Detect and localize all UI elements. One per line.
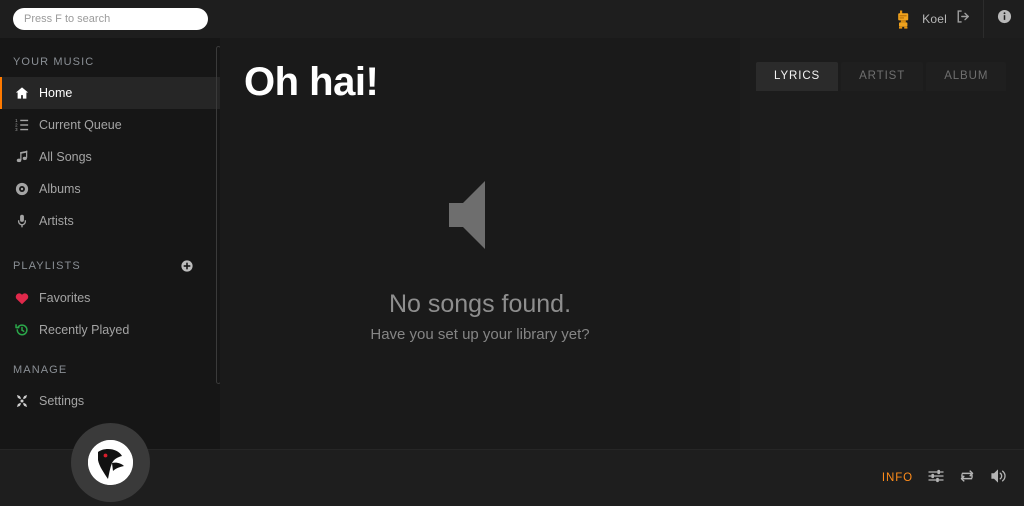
sidebar-heading-label: MANAGE <box>13 364 68 376</box>
sidebar-item-label: Home <box>39 86 73 100</box>
empty-state-title: No songs found. <box>388 289 572 318</box>
sidebar-item-all-songs[interactable]: All Songs <box>0 141 220 173</box>
profile-area[interactable]: Koel <box>896 0 983 38</box>
top-bar: Koel <box>0 0 1024 38</box>
footer-controls: INFO <box>882 468 1024 489</box>
compact-disc-icon <box>13 182 30 196</box>
sidebar-item-label: Favorites <box>39 291 91 305</box>
search-input[interactable] <box>13 8 208 30</box>
equalizer-sliders-icon[interactable] <box>928 468 944 489</box>
info-panel-toggle[interactable]: INFO <box>882 472 913 484</box>
koel-logo-icon <box>88 440 133 485</box>
search-container <box>0 8 208 30</box>
music-note-icon <box>13 150 30 164</box>
sidebar-scrollbar[interactable] <box>216 46 220 384</box>
sidebar-item-artists[interactable]: Artists <box>0 205 220 237</box>
sidebar-item-albums[interactable]: Albums <box>0 173 220 205</box>
main-row: YOUR MUSIC Home 1 2 3 Current Queue All … <box>0 38 1024 449</box>
logout-icon[interactable] <box>956 9 971 29</box>
sidebar-heading-label: YOUR MUSIC <box>13 56 95 68</box>
empty-state: No songs found. Have you set up your lib… <box>220 72 740 449</box>
queue-list-icon: 1 2 3 <box>13 118 30 132</box>
info-toggle-button[interactable] <box>984 0 1024 38</box>
album-art-placeholder[interactable] <box>71 423 150 502</box>
volume-high-icon[interactable] <box>990 468 1008 489</box>
svg-text:3: 3 <box>15 127 18 132</box>
tab-album[interactable]: ALBUM <box>926 62 1007 91</box>
koel-app-window: Koel <box>0 0 1024 506</box>
username-label: Koel <box>922 12 947 26</box>
tab-artist[interactable]: ARTIST <box>841 62 924 91</box>
sidebar-item-label: Albums <box>39 182 81 196</box>
sidebar-item-favorites[interactable]: Favorites <box>0 282 220 314</box>
panel-tabs: LYRICS ARTIST ALBUM <box>740 62 1024 91</box>
player-footer: INFO <box>0 423 1024 506</box>
sidebar-item-label: Current Queue <box>39 118 122 132</box>
sidebar-item-label: Settings <box>39 394 85 408</box>
history-icon <box>13 323 30 337</box>
volume-speaker-icon <box>447 179 513 256</box>
sidebar-heading-label: PLAYLISTS <box>13 260 81 272</box>
sidebar-item-recently-played[interactable]: Recently Played <box>0 314 220 346</box>
main-content: Oh hai! No songs found. Have you set up … <box>220 38 740 449</box>
sidebar-item-home[interactable]: Home <box>0 77 220 109</box>
sidebar-item-settings[interactable]: Settings <box>0 385 220 417</box>
sidebar-heading-playlists: PLAYLISTS <box>0 259 220 282</box>
microphone-icon <box>13 214 30 228</box>
sidebar: YOUR MUSIC Home 1 2 3 Current Queue All … <box>0 38 220 449</box>
sidebar-item-label: All Songs <box>39 150 92 164</box>
heart-icon <box>13 292 30 305</box>
info-circle-icon <box>997 9 1012 29</box>
plus-circle-icon[interactable] <box>180 259 194 273</box>
repeat-icon[interactable] <box>959 468 975 489</box>
sidebar-item-current-queue[interactable]: 1 2 3 Current Queue <box>0 109 220 141</box>
tab-lyrics[interactable]: LYRICS <box>756 62 839 91</box>
home-icon <box>13 86 30 100</box>
user-avatar-icon <box>896 10 913 29</box>
wrench-icon <box>13 394 30 408</box>
right-side-panel: LYRICS ARTIST ALBUM <box>740 38 1024 449</box>
empty-state-subtitle: Have you set up your library yet? <box>370 325 590 343</box>
sidebar-heading-manage: MANAGE <box>0 346 220 385</box>
sidebar-item-label: Recently Played <box>39 323 130 337</box>
sidebar-item-label: Artists <box>39 214 74 228</box>
sidebar-heading-your-music: YOUR MUSIC <box>0 56 220 77</box>
